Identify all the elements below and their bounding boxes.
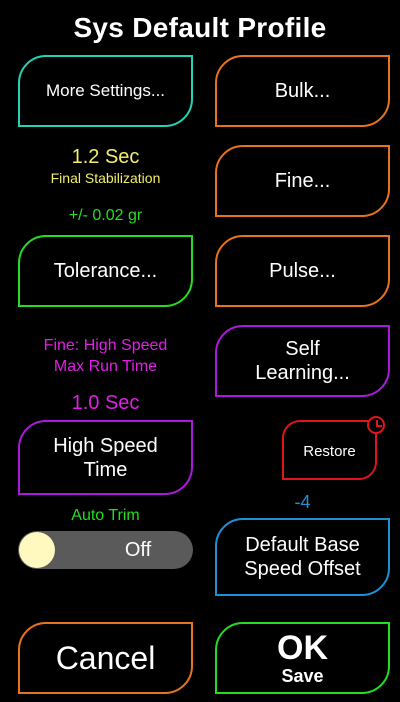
cancel-label: Cancel: [55, 639, 156, 676]
toggle-knob: [19, 532, 55, 568]
default-base-speed-offset-button[interactable]: Default Base Speed Offset: [215, 518, 390, 596]
bulk-label: Bulk...: [274, 80, 331, 102]
fine-max-run-value: 1.0 Sec: [71, 392, 140, 414]
fine-label-line2: Max Run Time: [53, 358, 158, 375]
stabilization-value: 1.2 Sec: [71, 146, 140, 168]
page-title: Sys Default Profile: [73, 12, 327, 43]
fine-high-speed-label: Fine: High Speed Max Run Time: [18, 335, 193, 377]
tolerance-value: +/- 0.02 gr: [68, 207, 143, 224]
more-settings-label: More Settings...: [45, 80, 166, 100]
stabilization-label: Final Stabilization: [50, 170, 161, 186]
bulk-button[interactable]: Bulk...: [215, 55, 390, 127]
clock-icon: [367, 416, 385, 434]
high-speed-line2: Time: [83, 458, 128, 481]
auto-trim-state: Off: [124, 539, 152, 561]
auto-trim-toggle[interactable]: Off: [18, 531, 193, 569]
tolerance-button[interactable]: Tolerance...: [18, 235, 193, 307]
restore-label: Restore: [303, 443, 356, 460]
self-learning-button[interactable]: Self Learning...: [215, 325, 390, 397]
offset-line1: Default Base: [245, 534, 360, 556]
auto-trim-label: Auto Trim: [71, 507, 140, 524]
ok-label: OK: [277, 629, 328, 667]
fine-label-line1: Fine: High Speed: [43, 337, 168, 354]
self-line1: Self: [285, 338, 320, 360]
high-speed-line1: High Speed: [53, 434, 158, 457]
fine-label: Fine...: [274, 170, 331, 192]
pulse-label: Pulse...: [269, 260, 336, 282]
save-label: Save: [281, 666, 324, 686]
restore-button[interactable]: Restore: [282, 420, 377, 480]
offset-line2: Speed Offset: [244, 558, 361, 580]
offset-value: -4: [294, 492, 311, 512]
fine-button[interactable]: Fine...: [215, 145, 390, 217]
high-speed-time-button[interactable]: High Speed Time: [18, 420, 193, 495]
more-settings-button[interactable]: More Settings...: [18, 55, 193, 127]
tolerance-label: Tolerance...: [53, 260, 158, 282]
cancel-button[interactable]: Cancel: [18, 622, 193, 694]
pulse-button[interactable]: Pulse...: [215, 235, 390, 307]
self-line2: Learning...: [255, 362, 350, 384]
ok-save-button[interactable]: OK Save: [215, 622, 390, 694]
